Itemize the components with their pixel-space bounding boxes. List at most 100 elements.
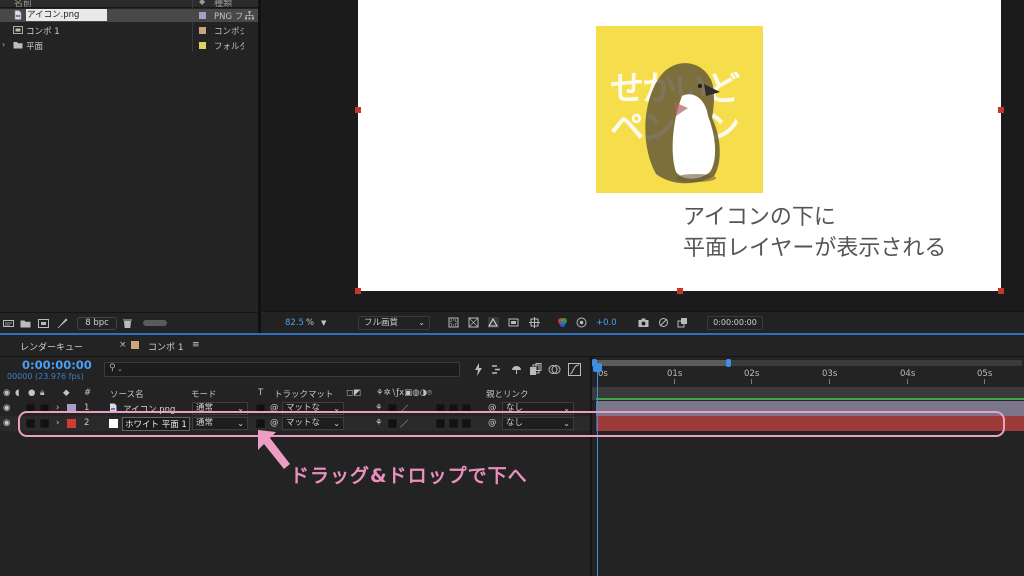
lock-toggle[interactable] xyxy=(26,419,35,428)
thumbnail-size-slider[interactable] xyxy=(143,320,167,326)
quality-switch-icon[interactable]: ／ xyxy=(400,403,409,415)
solo-icon[interactable]: ● xyxy=(28,388,35,398)
quality-switch-icon[interactable]: ／ xyxy=(400,418,409,430)
safe-margins-icon[interactable] xyxy=(508,317,519,328)
track-matte-dropdown[interactable]: マットな ⌄ xyxy=(282,402,344,415)
matte-link-icon[interactable]: @ xyxy=(270,403,279,413)
layer-search-input[interactable]: ⚲ ⌄ xyxy=(104,362,460,377)
3d-layer-switch[interactable] xyxy=(462,419,471,428)
column-source-name[interactable]: ソース名 xyxy=(110,388,144,400)
work-area-range[interactable] xyxy=(594,360,728,366)
shy-layers-icon[interactable] xyxy=(510,363,523,376)
transform-handle[interactable] xyxy=(355,107,361,113)
current-time-field[interactable]: 0:00:00:00 xyxy=(707,316,763,330)
transform-handle[interactable] xyxy=(998,107,1004,113)
expand-chevron-icon[interactable]: › xyxy=(2,40,5,49)
transform-handle[interactable] xyxy=(998,288,1004,294)
expand-chevron-icon[interactable]: › xyxy=(56,403,59,413)
shy-switch-icon[interactable]: ⚘ xyxy=(375,418,383,428)
region-of-interest-icon[interactable] xyxy=(448,317,459,328)
column-type-header[interactable]: 種類 xyxy=(214,0,232,7)
transform-handle[interactable] xyxy=(677,288,683,294)
resolution-dropdown[interactable]: フル画質 ⌄ xyxy=(358,316,430,330)
preserve-transparency-toggle[interactable] xyxy=(256,404,265,413)
blend-mode-dropdown[interactable]: 通常 ⌄ xyxy=(192,417,248,430)
label-toggle[interactable] xyxy=(40,404,49,413)
label-toggle[interactable] xyxy=(40,419,49,428)
snapshot-camera-icon[interactable] xyxy=(638,317,649,328)
tab-comp1[interactable]: コンポ 1 xyxy=(148,340,184,353)
frame-blending-icon[interactable] xyxy=(529,363,542,376)
comp-flowchart-icon[interactable] xyxy=(491,363,504,376)
label-color-swatch[interactable] xyxy=(199,27,206,34)
zoom-dropdown-icon[interactable]: ▼ xyxy=(321,319,326,327)
composition-canvas[interactable]: せかいど ペンギン アイコンの下に 平面レイヤーが表示される xyxy=(358,0,1001,291)
trash-icon[interactable] xyxy=(122,318,133,329)
shy-switch-icon[interactable]: ⚘ xyxy=(375,403,383,413)
exposure-reset-icon[interactable] xyxy=(576,317,587,328)
playhead-handle[interactable] xyxy=(593,363,602,372)
layer-1-duration-bar[interactable] xyxy=(596,401,1024,416)
layer-label-color[interactable] xyxy=(67,404,76,413)
exposure-value[interactable]: +0.0 xyxy=(596,318,617,328)
zoom-value[interactable]: 82.5 xyxy=(285,318,304,328)
tab-menu-icon[interactable]: ≡ xyxy=(192,340,200,350)
pick-whip-icon[interactable]: @ xyxy=(488,418,497,428)
layer-name[interactable]: アイコン.png xyxy=(123,403,175,415)
label-color-swatch[interactable] xyxy=(199,42,206,49)
label-color-swatch[interactable] xyxy=(199,12,206,19)
work-area-end-handle[interactable] xyxy=(726,359,731,367)
layer-2-duration-bar[interactable] xyxy=(596,416,1024,431)
transform-handle[interactable] xyxy=(355,288,361,294)
motion-blur-switch[interactable] xyxy=(436,404,445,413)
new-folder-icon[interactable] xyxy=(20,318,31,329)
column-mode[interactable]: モード xyxy=(191,388,217,400)
label-tag-icon[interactable]: ◆ xyxy=(63,388,70,398)
column-t[interactable]: T xyxy=(258,388,263,398)
draft-3d-icon[interactable] xyxy=(472,363,485,376)
timeline-timecode[interactable]: 0:00:00:00 xyxy=(22,358,92,372)
audio-icon[interactable]: ◖ xyxy=(15,388,19,398)
motion-blur-icon[interactable] xyxy=(548,363,561,376)
grid-icon[interactable] xyxy=(529,317,540,328)
graph-editor-icon[interactable] xyxy=(568,363,581,376)
interpret-footage-icon[interactable] xyxy=(3,318,14,329)
parent-dropdown[interactable]: なし ⌄ xyxy=(502,402,574,415)
project-item-solids-folder[interactable]: › 平面 フォルダ xyxy=(0,39,258,52)
layer-row[interactable]: ◉ › 1 アイコン.png 通常 ⌄ @ マットな ⌄ ⚘ ／ @ なし ⌄ xyxy=(0,401,590,416)
bit-depth-button[interactable]: 8 bpc xyxy=(77,317,117,330)
adjustment-switch[interactable] xyxy=(449,419,458,428)
column-track-matte[interactable]: トラックマット xyxy=(274,388,334,400)
layer-label-color[interactable] xyxy=(67,419,76,428)
project-item-comp1[interactable]: コンポ 1 コンポジ xyxy=(0,24,258,37)
time-ruler[interactable]: 0s 01s 02s 03s 04s 05s xyxy=(592,357,1024,387)
mask-visibility-icon[interactable] xyxy=(488,317,499,328)
close-tab-icon[interactable]: × xyxy=(119,340,127,350)
column-name-header[interactable]: 名前 xyxy=(14,0,32,7)
video-eye-icon[interactable]: ◉ xyxy=(3,388,10,398)
pick-whip-icon[interactable]: @ xyxy=(488,403,497,413)
collapse-switch[interactable] xyxy=(388,419,397,428)
lock-icon[interactable]: 🔒︎ xyxy=(40,388,45,398)
column-parent-link[interactable]: 親とリンク xyxy=(486,388,529,400)
penguin-icon-layer[interactable]: せかいど ペンギン xyxy=(596,26,763,193)
transparency-grid-icon[interactable] xyxy=(468,317,479,328)
render-icon[interactable] xyxy=(57,318,68,329)
collapse-switch[interactable] xyxy=(388,404,397,413)
parent-dropdown[interactable]: なし ⌄ xyxy=(502,417,574,430)
channel-rgb-icon[interactable] xyxy=(557,317,568,328)
column-number[interactable]: # xyxy=(84,388,91,398)
visibility-eye-icon[interactable]: ◉ xyxy=(3,418,10,428)
expand-chevron-icon[interactable]: › xyxy=(56,418,59,428)
fast-previews-icon[interactable] xyxy=(677,317,688,328)
layer-name[interactable]: ホワイト 平面 1 xyxy=(122,417,190,431)
project-item-icon-png[interactable]: アイコン.png PNG フ xyxy=(0,9,258,22)
3d-layer-switch[interactable] xyxy=(462,404,471,413)
current-time-indicator[interactable] xyxy=(597,365,598,576)
tab-render-queue[interactable]: レンダーキュー xyxy=(20,340,83,353)
show-snapshot-icon[interactable] xyxy=(658,317,669,328)
motion-blur-switch[interactable] xyxy=(436,419,445,428)
blend-mode-dropdown[interactable]: 通常 ⌄ xyxy=(192,402,248,415)
new-composition-icon[interactable] xyxy=(38,318,49,329)
visibility-eye-icon[interactable]: ◉ xyxy=(3,403,10,413)
